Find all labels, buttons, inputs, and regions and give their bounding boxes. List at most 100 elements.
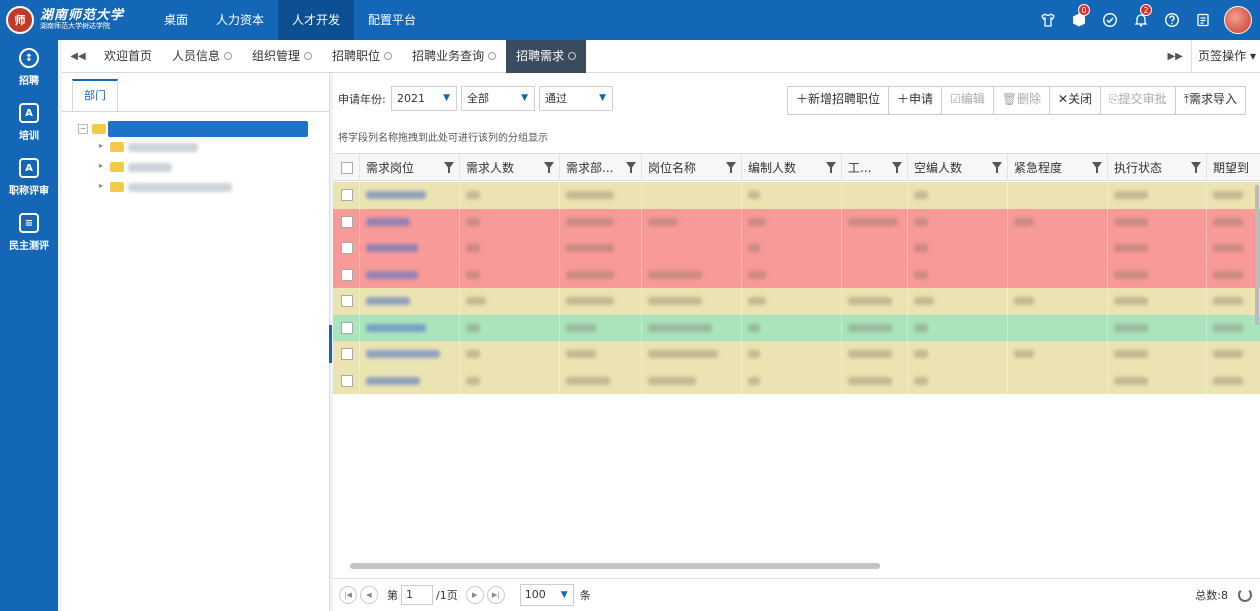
panel-splitter[interactable]	[329, 325, 332, 363]
table-row[interactable]	[333, 182, 1260, 209]
apply-button[interactable]: ＋申请	[888, 87, 942, 114]
topnav-desktop[interactable]: 桌面	[150, 0, 202, 40]
expand-icon[interactable]: ▸	[96, 162, 106, 172]
expand-icon[interactable]: ▸	[96, 182, 106, 192]
tab-org-management[interactable]: 组织管理	[242, 40, 322, 73]
tree-node[interactable]: ▸	[96, 139, 198, 155]
row-checkbox[interactable]	[341, 295, 353, 308]
tab-close-icon[interactable]	[224, 52, 233, 60]
tab-close-icon[interactable]	[488, 52, 497, 60]
bell-icon[interactable]: 2	[1125, 0, 1156, 40]
scope-select[interactable]: 全部 ▼	[461, 86, 535, 111]
column-header[interactable]: 需求部...	[560, 154, 642, 181]
page-ops-menu[interactable]: 页签操作 ▾	[1191, 39, 1260, 73]
select-all-checkbox[interactable]	[341, 161, 353, 174]
prev-page-icon[interactable]: ◀	[360, 586, 378, 604]
filter-icon[interactable]	[1092, 162, 1102, 173]
column-header[interactable]: 岗位名称	[642, 154, 742, 181]
table-row[interactable]	[333, 314, 1260, 341]
tab-welcome[interactable]: 欢迎首页	[94, 40, 162, 73]
sidebar-item-recruit[interactable]: ↕ 招聘	[0, 40, 58, 95]
sidebar-item-training[interactable]: A 培训	[0, 95, 58, 150]
help-icon[interactable]	[1156, 0, 1187, 40]
next-page-icon[interactable]: ▶	[465, 586, 484, 604]
close-button[interactable]: ✕关闭	[1050, 87, 1102, 114]
filter-icon[interactable]	[444, 162, 454, 173]
vertical-scrollbar[interactable]	[1252, 180, 1260, 560]
clipboard-icon[interactable]	[1187, 0, 1218, 40]
table-cell	[560, 235, 642, 262]
tab-scroll-right-icon[interactable]: ▶▶	[1159, 40, 1191, 73]
row-checkbox[interactable]	[341, 215, 353, 228]
filter-icon[interactable]	[626, 162, 636, 173]
page-size-select[interactable]: 100 ▼	[519, 584, 574, 606]
row-checkbox[interactable]	[341, 242, 353, 255]
tab-personnel-info[interactable]: 人员信息	[162, 40, 242, 73]
status-select[interactable]: 通过 ▼	[539, 86, 613, 111]
row-checkbox[interactable]	[341, 348, 353, 361]
add-position-button[interactable]: ＋新增招聘职位	[787, 87, 889, 114]
filter-icon[interactable]	[726, 162, 736, 173]
filter-icon[interactable]	[544, 162, 554, 173]
column-header[interactable]: 需求岗位	[360, 154, 460, 181]
filter-icon[interactable]	[826, 162, 836, 173]
delete-button[interactable]: 🗑删除	[993, 87, 1051, 114]
page-number-input[interactable]: 1	[401, 585, 433, 605]
row-checkbox[interactable]	[341, 189, 353, 202]
tab-close-icon[interactable]	[568, 52, 577, 60]
table-row[interactable]	[333, 261, 1260, 288]
column-header[interactable]: 执行状态	[1108, 154, 1207, 181]
tab-close-icon[interactable]	[384, 52, 393, 60]
row-checkbox[interactable]	[341, 268, 353, 281]
topnav-talent-development[interactable]: 人才开发	[278, 0, 355, 40]
box-icon[interactable]: 0	[1063, 0, 1094, 40]
user-avatar[interactable]	[1224, 6, 1252, 34]
table-row[interactable]	[333, 288, 1260, 315]
tree-node[interactable]: ▸	[96, 159, 172, 175]
column-header[interactable]: 需求人数	[460, 154, 560, 181]
first-page-icon[interactable]: |◀	[339, 586, 357, 604]
column-header[interactable]: 紧急程度	[1008, 154, 1108, 181]
dept-tab[interactable]: 部门	[72, 79, 118, 111]
year-select[interactable]: 2021 ▼	[391, 86, 457, 111]
filter-icon[interactable]	[1191, 162, 1201, 173]
box-badge: 0	[1078, 4, 1090, 16]
evaluation-form-icon: ≡	[19, 213, 39, 233]
submit-approval-button[interactable]: ⎘提交审批	[1101, 87, 1176, 114]
sidebar-item-democratic-evaluation[interactable]: ≡ 民主测评	[0, 205, 58, 260]
row-checkbox[interactable]	[341, 374, 353, 387]
last-page-icon[interactable]: ▶|	[486, 586, 505, 604]
table-cell	[1008, 182, 1108, 209]
column-header[interactable]: 工...	[842, 154, 908, 181]
refresh-icon[interactable]	[1238, 588, 1252, 602]
tab-close-icon[interactable]	[304, 52, 313, 60]
filter-icon[interactable]	[992, 162, 1002, 173]
tree-root-node[interactable]: −	[78, 121, 318, 137]
expand-icon[interactable]: ▸	[96, 142, 106, 152]
topnav-human-capital[interactable]: 人力资本	[202, 0, 278, 40]
check-circle-icon[interactable]	[1094, 0, 1125, 40]
column-header[interactable]: 编制人数	[742, 154, 842, 181]
import-demand-button[interactable]: ⤒需求导入	[1175, 87, 1245, 114]
column-header[interactable]: 期望到	[1207, 154, 1260, 181]
table-cell	[360, 341, 460, 368]
tab-recruit-demand[interactable]: 招聘需求	[506, 39, 587, 73]
collapse-icon[interactable]: −	[78, 124, 88, 134]
table-row[interactable]	[333, 208, 1260, 235]
tab-recruit-positions[interactable]: 招聘职位	[322, 40, 402, 73]
table-row[interactable]	[333, 235, 1260, 262]
table-row[interactable]	[333, 341, 1260, 368]
column-header[interactable]: 空编人数	[908, 154, 1008, 181]
edit-button[interactable]: ☑编辑	[942, 87, 994, 114]
tree-node[interactable]: ▸	[96, 179, 232, 195]
tab-recruit-query[interactable]: 招聘业务查询	[402, 40, 506, 73]
row-checkbox[interactable]	[341, 321, 353, 334]
shirt-skin-icon[interactable]	[1032, 0, 1063, 40]
filter-icon[interactable]	[892, 162, 902, 173]
horizontal-scrollbar[interactable]	[336, 561, 1248, 571]
group-drop-hint[interactable]: 将字段列名称拖拽到此处可进行该列的分组显示	[338, 129, 548, 144]
tab-scroll-left-icon[interactable]: ◀◀	[62, 40, 94, 73]
topnav-config-platform[interactable]: 配置平台	[354, 0, 430, 40]
table-row[interactable]	[333, 367, 1260, 394]
sidebar-item-title-review[interactable]: A 职称评审	[0, 150, 58, 205]
